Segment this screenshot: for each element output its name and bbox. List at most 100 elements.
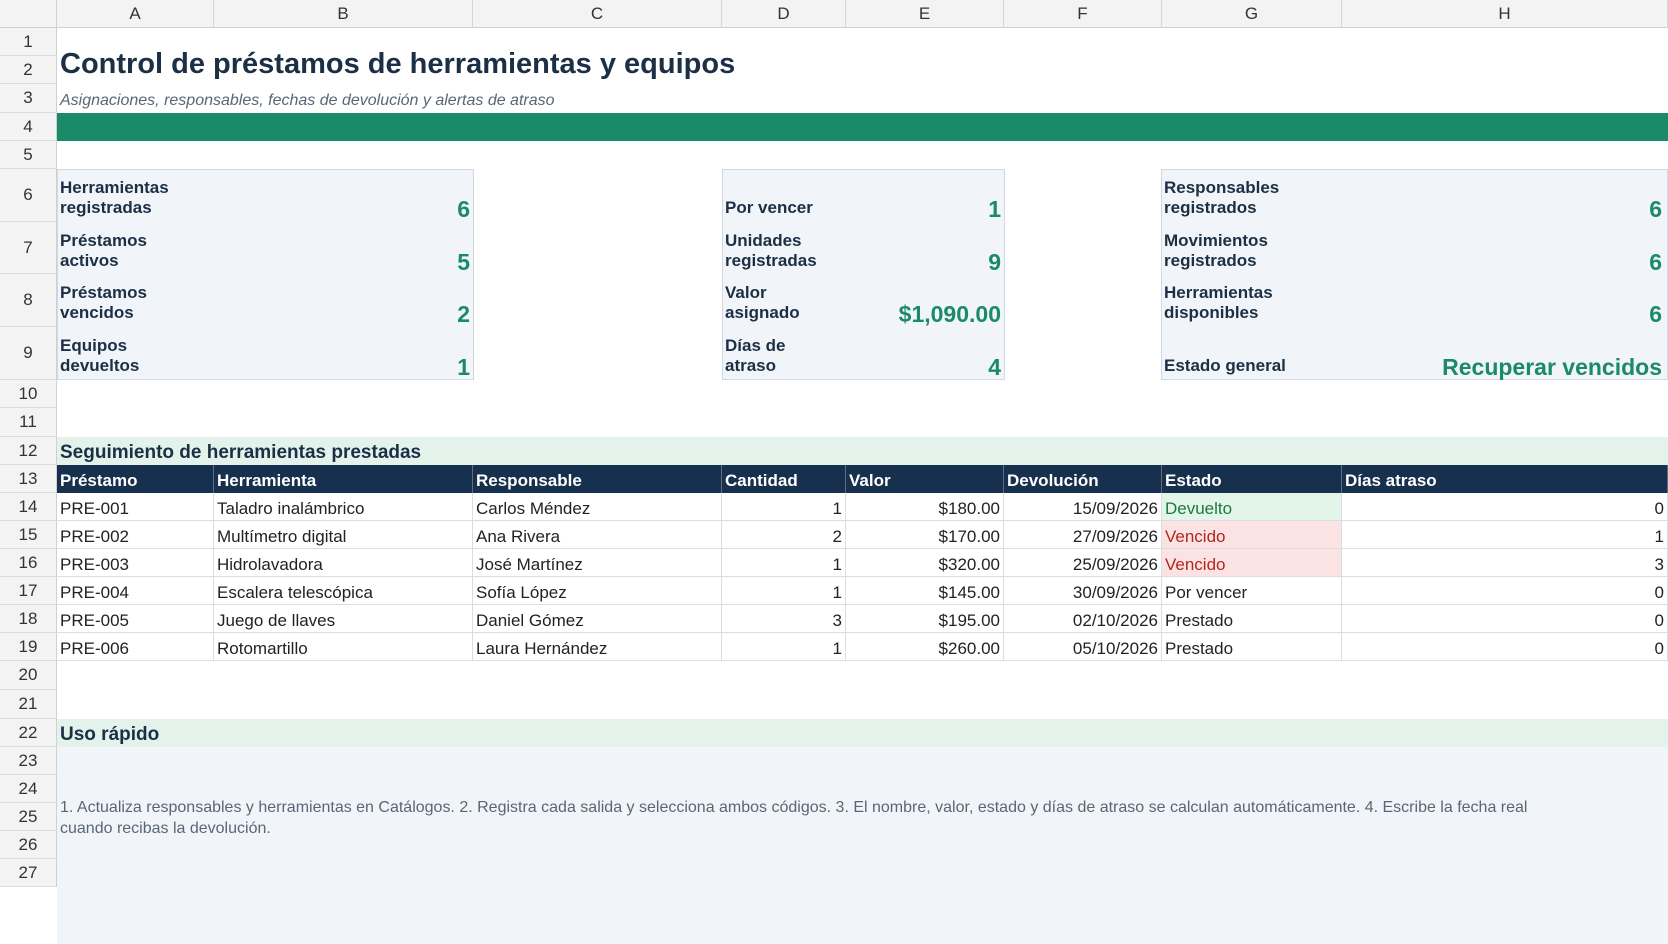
table-cell[interactable]: PRE-003 bbox=[57, 549, 214, 577]
table-cell[interactable]: 27/09/2026 bbox=[1004, 521, 1162, 549]
table-cell[interactable]: Rotomartillo bbox=[214, 633, 473, 661]
table-header-cell[interactable]: Valor bbox=[846, 465, 1004, 493]
kpi-card-left: Herramientas registradas 6 Préstamos activ… bbox=[57, 169, 474, 380]
column-header-b[interactable]: B bbox=[214, 0, 473, 28]
table-header-cell[interactable]: Préstamo bbox=[57, 465, 214, 493]
table-header-cell[interactable]: Devolución bbox=[1004, 465, 1162, 493]
column-header-c[interactable]: C bbox=[473, 0, 722, 28]
row-header-23[interactable]: 23 bbox=[0, 747, 57, 775]
row-header-17[interactable]: 17 bbox=[0, 577, 57, 605]
table-cell[interactable]: 05/10/2026 bbox=[1004, 633, 1162, 661]
kpi-label: Equipos devueltos bbox=[60, 336, 140, 375]
row-header-22[interactable]: 22 bbox=[0, 719, 57, 747]
table-cell[interactable]: PRE-002 bbox=[57, 521, 214, 549]
row-header-10[interactable]: 10 bbox=[0, 380, 57, 408]
table-header-cell[interactable]: Estado bbox=[1162, 465, 1342, 493]
column-header-d[interactable]: D bbox=[722, 0, 846, 28]
table-cell[interactable]: 3 bbox=[1342, 549, 1668, 577]
table-cell[interactable]: $180.00 bbox=[846, 493, 1004, 521]
row-header-15[interactable]: 15 bbox=[0, 521, 57, 549]
row-header-26[interactable]: 26 bbox=[0, 831, 57, 859]
table-header-cell[interactable]: Responsable bbox=[473, 465, 722, 493]
quick-use-notes-area[interactable] bbox=[57, 747, 1668, 944]
table-header-cell[interactable]: Cantidad bbox=[722, 465, 846, 493]
status-cell[interactable]: Prestado bbox=[1162, 605, 1342, 633]
table-cell[interactable]: 1 bbox=[1342, 521, 1668, 549]
table-cell[interactable]: 2 bbox=[722, 521, 846, 549]
row-header-19[interactable]: 19 bbox=[0, 633, 57, 661]
column-header-e[interactable]: E bbox=[846, 0, 1004, 28]
status-cell[interactable]: Vencido bbox=[1162, 549, 1342, 577]
column-header-f[interactable]: F bbox=[1004, 0, 1162, 28]
table-cell[interactable]: 0 bbox=[1342, 633, 1668, 661]
table-cell[interactable]: 1 bbox=[722, 549, 846, 577]
row-header-1[interactable]: 1 bbox=[0, 28, 57, 56]
row-header-12[interactable]: 12 bbox=[0, 437, 57, 465]
table-cell[interactable]: Sofía López bbox=[473, 577, 722, 605]
table-cell[interactable]: 1 bbox=[722, 493, 846, 521]
row-header-9[interactable]: 9 bbox=[0, 327, 57, 380]
column-header-g[interactable]: G bbox=[1162, 0, 1342, 28]
table-cell[interactable]: 02/10/2026 bbox=[1004, 605, 1162, 633]
spreadsheet[interactable]: ABCDEFGH 1 2 3 4 5 6 7 8 9 10 11 12 13 14 15 16 17 18 19 20… bbox=[0, 0, 1668, 944]
table-cell[interactable]: PRE-004 bbox=[57, 577, 214, 605]
table-cell[interactable]: Carlos Méndez bbox=[473, 493, 722, 521]
table-cell[interactable]: José Martínez bbox=[473, 549, 722, 577]
row-header-24[interactable]: 24 bbox=[0, 775, 57, 803]
table-cell[interactable]: 3 bbox=[722, 605, 846, 633]
kpi-value: 6 bbox=[1649, 301, 1662, 327]
table-cell[interactable]: Ana Rivera bbox=[473, 521, 722, 549]
row-header-2[interactable]: 2 bbox=[0, 56, 57, 84]
row-header-7[interactable]: 7 bbox=[0, 222, 57, 274]
table-cell[interactable]: PRE-005 bbox=[57, 605, 214, 633]
row-header-13[interactable]: 13 bbox=[0, 465, 57, 493]
table-cell[interactable]: Laura Hernández bbox=[473, 633, 722, 661]
table-cell[interactable]: 0 bbox=[1342, 493, 1668, 521]
row-header-6[interactable]: 6 bbox=[0, 169, 57, 222]
table-cell[interactable]: $170.00 bbox=[846, 521, 1004, 549]
table-cell[interactable]: Escalera telescópica bbox=[214, 577, 473, 605]
column-header-a[interactable]: A bbox=[57, 0, 214, 28]
row-header-21[interactable]: 21 bbox=[0, 690, 57, 719]
table-cell[interactable]: Taladro inalámbrico bbox=[214, 493, 473, 521]
row-header-14[interactable]: 14 bbox=[0, 493, 57, 521]
row-header-25[interactable]: 25 bbox=[0, 803, 57, 831]
status-cell[interactable]: Prestado bbox=[1162, 633, 1342, 661]
table-cell[interactable]: 30/09/2026 bbox=[1004, 577, 1162, 605]
table-cell[interactable]: $260.00 bbox=[846, 633, 1004, 661]
row-header-27[interactable]: 27 bbox=[0, 859, 57, 887]
row-header-16[interactable]: 16 bbox=[0, 549, 57, 577]
row-header-5[interactable]: 5 bbox=[0, 141, 57, 169]
row-header-20[interactable]: 20 bbox=[0, 661, 57, 690]
row-header-11[interactable]: 11 bbox=[0, 408, 57, 437]
table-header-cell[interactable]: Días atraso bbox=[1342, 465, 1668, 493]
status-cell[interactable]: Vencido bbox=[1162, 521, 1342, 549]
column-header-h[interactable]: H bbox=[1342, 0, 1668, 28]
table-cell[interactable]: Juego de llaves bbox=[214, 605, 473, 633]
row-header-3[interactable]: 3 bbox=[0, 84, 57, 113]
select-all-corner[interactable] bbox=[0, 0, 57, 28]
table-cell[interactable]: 0 bbox=[1342, 577, 1668, 605]
table-cell[interactable]: Hidrolavadora bbox=[214, 549, 473, 577]
row-header-8[interactable]: 8 bbox=[0, 274, 57, 327]
row-header-18[interactable]: 18 bbox=[0, 605, 57, 633]
status-cell[interactable]: Devuelto bbox=[1162, 493, 1342, 521]
table-cell[interactable]: 0 bbox=[1342, 605, 1668, 633]
table-cell[interactable]: $320.00 bbox=[846, 549, 1004, 577]
status-cell[interactable]: Por vencer bbox=[1162, 577, 1342, 605]
table-cell[interactable]: $195.00 bbox=[846, 605, 1004, 633]
table-header-cell[interactable]: Herramienta bbox=[214, 465, 473, 493]
table-cell[interactable]: Multímetro digital bbox=[214, 521, 473, 549]
table-cell[interactable]: $145.00 bbox=[846, 577, 1004, 605]
table-cell[interactable]: PRE-006 bbox=[57, 633, 214, 661]
table-cell[interactable]: 25/09/2026 bbox=[1004, 549, 1162, 577]
row-header-4[interactable]: 4 bbox=[0, 113, 57, 141]
kpi-label: Préstamos vencidos bbox=[60, 283, 147, 322]
table-cell[interactable]: 1 bbox=[722, 633, 846, 661]
tracking-section-title: Seguimiento de herramientas prestadas bbox=[60, 442, 422, 463]
table-cell[interactable]: Daniel Gómez bbox=[473, 605, 722, 633]
kpi-value: $1,090.00 bbox=[898, 301, 1001, 327]
table-cell[interactable]: 15/09/2026 bbox=[1004, 493, 1162, 521]
table-cell[interactable]: 1 bbox=[722, 577, 846, 605]
table-cell[interactable]: PRE-001 bbox=[57, 493, 214, 521]
